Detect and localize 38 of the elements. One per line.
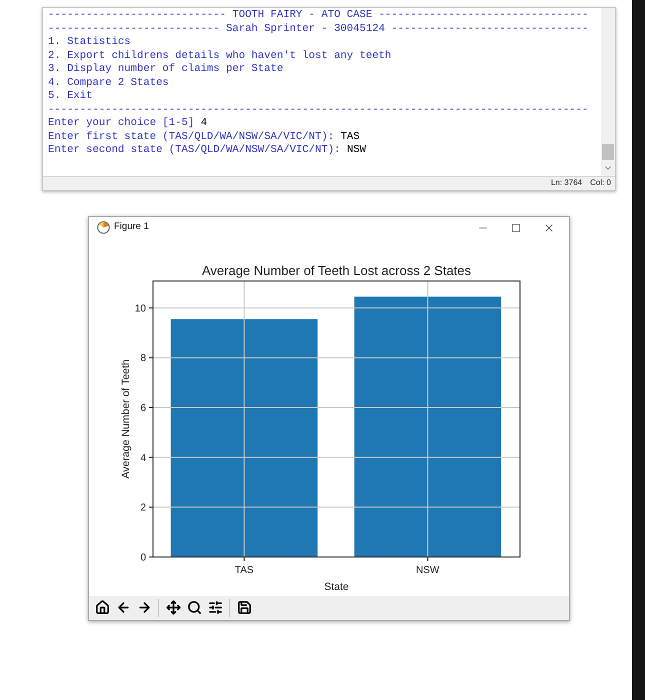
- prompt-text: Enter second state (TAS/QLD/WA/NSW/SA/VIC/NT):: [48, 144, 340, 158]
- menu-option: 1. Statistics: [48, 36, 131, 50]
- header-line: --------------------------- Sarah Sprinter - 30045124 -------------------------------: [48, 22, 588, 36]
- y-tick-label: 0: [140, 552, 146, 563]
- figure-app-icon: [97, 221, 110, 234]
- header-line: -------------------------------------------------------------------------------------: [48, 104, 588, 117]
- menu-option: 4. Compare 2 States: [48, 76, 169, 90]
- menu-option: 5. Exit: [48, 90, 93, 104]
- sliders-icon: [208, 600, 222, 615]
- window-title: Figure 1: [114, 220, 149, 234]
- chart-title: Average Number of Teeth Lost across 2 States: [202, 262, 472, 278]
- y-tick-label: 6: [140, 402, 146, 414]
- y-tick-label: 4: [140, 452, 146, 464]
- x-axis-label: State: [324, 580, 349, 592]
- typed-answer: TAS: [340, 130, 360, 144]
- x-tick-label: NSW: [416, 564, 440, 576]
- move-icon: [166, 600, 180, 615]
- menu-option: 3. Display number of claims per State: [48, 63, 284, 76]
- prompt-text: Enter your choice [1-5]: [48, 117, 194, 130]
- y-tick-label: 10: [134, 302, 146, 314]
- column-number: Col: 0: [590, 177, 611, 189]
- x-tick-label: TAS: [234, 564, 254, 576]
- forward-arrow-icon: [136, 600, 152, 615]
- scroll-thumb[interactable]: [602, 144, 614, 160]
- typed-answer: NSW: [346, 144, 366, 158]
- y-tick-label: 8: [140, 352, 146, 364]
- typed-answer: 4: [200, 117, 208, 130]
- line-number: Ln: 3764: [550, 177, 582, 189]
- scrollbar[interactable]: [601, 8, 615, 176]
- maximize-icon[interactable]: [511, 222, 521, 232]
- home-icon: [94, 600, 110, 615]
- zoom-icon: [186, 600, 202, 615]
- prompt-text: Enter first state (TAS/QLD/WA/NSW/SA/VIC/NT):: [48, 130, 334, 144]
- menu-option: 2. Export childrens details who haven't lost any teeth: [48, 50, 392, 63]
- save-icon: [236, 600, 252, 615]
- y-axis-label: Average Number of Teeth: [120, 358, 132, 478]
- y-tick-label: 2: [140, 502, 146, 514]
- header-line: ---------------------------- TOOTH FAIRY - ATO CASE ---------------------------------: [48, 9, 588, 22]
